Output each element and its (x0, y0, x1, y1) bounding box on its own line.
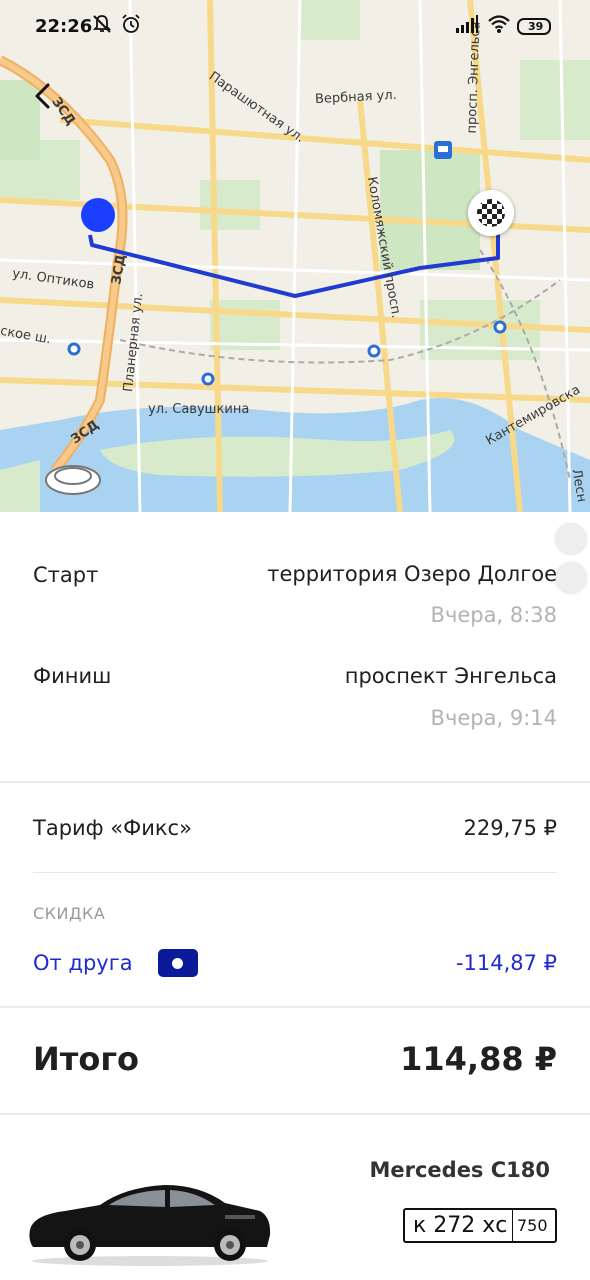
status-bar: 22:26 39 (0, 0, 590, 56)
alarm-icon (121, 14, 141, 40)
friend-discount-icon (158, 949, 198, 977)
discount-value: -114,87 ₽ (455, 951, 557, 975)
divider (0, 781, 590, 783)
plate-number: к 272 хс (413, 1213, 508, 1238)
car-image (25, 1175, 275, 1270)
license-plate: к 272 хс 750 (403, 1208, 557, 1243)
battery-icon: 39 (517, 18, 551, 35)
plate-region: 750 (517, 1216, 548, 1235)
chevron-left-icon (35, 83, 50, 109)
discount-label: От друга (33, 951, 133, 975)
divider (0, 1006, 590, 1008)
notifications-off-icon (92, 14, 112, 40)
tariff-label: Тариф «Фикс» (33, 816, 192, 840)
finish-label: Финиш (33, 664, 112, 688)
route-map[interactable]: ЗСД ЗСД ЗСД Парашютная ул. Вербная ул. К… (0, 0, 590, 512)
signal-icon (455, 14, 479, 40)
finish-flag-icon (468, 190, 514, 236)
tariff-value: 229,75 ₽ (463, 816, 557, 840)
car-model: Mercedes C180 (369, 1158, 550, 1182)
map-label-street: ул. Савушкина (148, 402, 250, 417)
discount-heading: СКИДКА (33, 904, 106, 923)
finish-address: проспект Энгельса (344, 664, 557, 688)
battery-level: 39 (528, 20, 544, 33)
wifi-icon (487, 14, 511, 40)
zoom-in-button[interactable] (556, 524, 586, 554)
status-time: 22:26 (35, 16, 93, 37)
total-label: Итого (33, 1040, 140, 1078)
divider (0, 1113, 590, 1115)
zoom-out-button[interactable] (556, 563, 586, 593)
finish-time: Вчера, 9:14 (430, 706, 557, 730)
start-label: Старт (33, 563, 99, 587)
start-marker (81, 198, 115, 232)
total-value: 114,88 ₽ (400, 1040, 557, 1078)
start-time: Вчера, 8:38 (430, 603, 557, 627)
back-button[interactable] (30, 82, 58, 110)
start-address: территория Озеро Долгое (267, 562, 557, 586)
divider (33, 872, 557, 873)
